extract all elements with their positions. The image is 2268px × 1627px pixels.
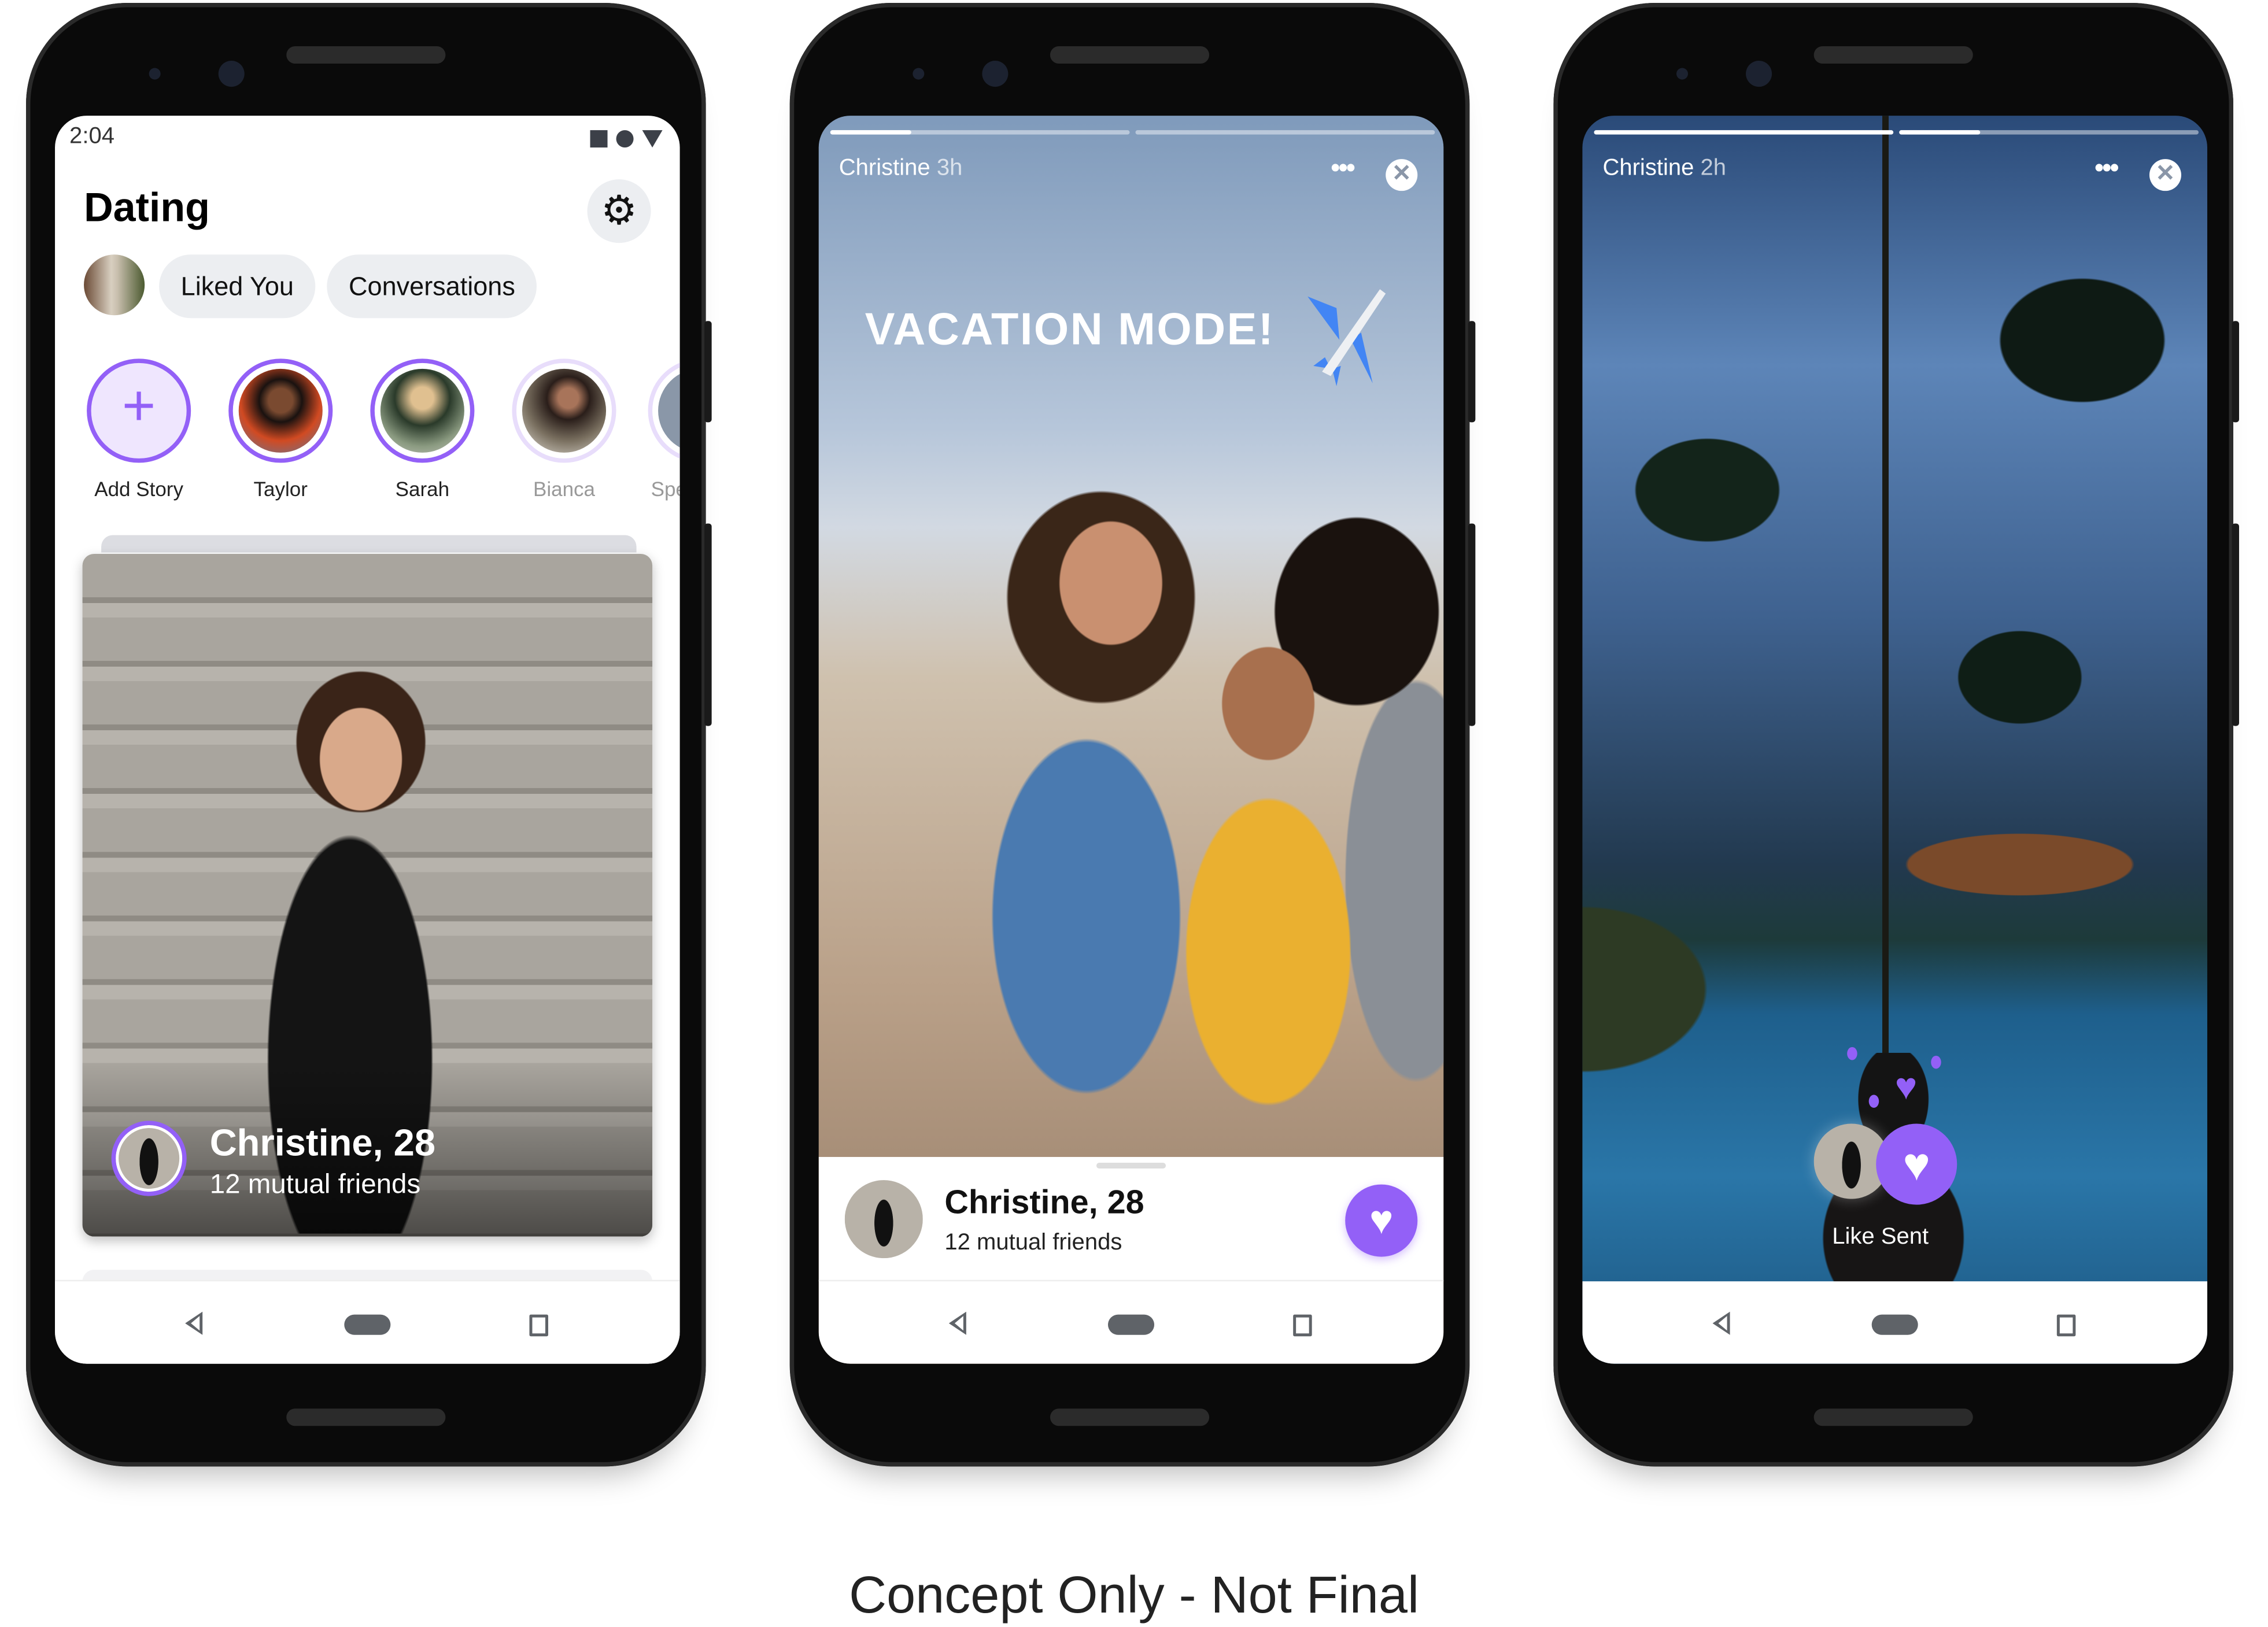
plus-icon: +: [121, 374, 156, 438]
airplane-icon: [1307, 289, 1386, 386]
back-icon[interactable]: [948, 1311, 966, 1335]
profile-avatar[interactable]: [84, 254, 145, 316]
gear-icon: ⚙: [601, 188, 637, 233]
vacation-sticker-text: VACATION MODE!: [865, 304, 1275, 354]
heart-icon: ♥: [1894, 1064, 1918, 1108]
heart-particle: [1931, 1055, 1941, 1069]
story-progress-1: [830, 130, 1130, 135]
android-nav-bar: [1582, 1281, 2207, 1364]
card-mutual-friends: 12 mutual friends: [944, 1230, 1122, 1256]
android-nav-bar: [818, 1280, 1444, 1364]
home-icon[interactable]: [1871, 1314, 1918, 1335]
recents-icon[interactable]: [2056, 1314, 2076, 1337]
phone-like-sent: Christine 2h ••• ✕ ♥ ♥ Like Sent: [1553, 3, 2240, 1467]
story-sarah[interactable]: Sarah: [364, 358, 480, 500]
page-title: Dating: [84, 185, 210, 230]
heart-icon: ♥: [1903, 1138, 1930, 1190]
card-mutual-friends: 12 mutual friends: [209, 1170, 421, 1201]
avatar: [522, 368, 607, 453]
status-icons: [590, 130, 663, 148]
close-button[interactable]: ✕: [1386, 159, 1418, 191]
circle-icon: [616, 130, 634, 148]
triangle-icon: [642, 130, 663, 148]
recents-icon[interactable]: [1293, 1314, 1312, 1337]
back-icon[interactable]: [1712, 1311, 1730, 1335]
more-options-button[interactable]: •••: [2095, 153, 2119, 184]
story-header: Christine 3h: [839, 156, 963, 181]
square-icon: [590, 130, 608, 148]
card-name: Christine, 28: [209, 1121, 436, 1164]
avatar: [238, 368, 323, 453]
heart-icon: ♥: [1369, 1197, 1394, 1243]
story-photo: [963, 455, 1444, 1164]
profile-card[interactable]: Christine, 28 12 mutual friends ♥: [818, 1157, 1444, 1282]
back-icon[interactable]: [185, 1311, 203, 1335]
liked-you-chip[interactable]: Liked You: [159, 254, 316, 319]
phone-dating-home: 2:04 Dating ⚙ Liked You Conversations + …: [26, 3, 712, 1467]
conversations-chip[interactable]: Conversations: [327, 254, 537, 319]
profile-card[interactable]: Christine, 28 12 mutual friends: [82, 553, 653, 1237]
avatar: [111, 1121, 187, 1196]
avatar: [380, 368, 464, 453]
close-button[interactable]: ✕: [2149, 159, 2181, 191]
story-bianca[interactable]: Bianca: [506, 358, 622, 500]
story-progress-2: [1135, 130, 1435, 135]
story-partial[interactable]: Spe: [648, 358, 680, 500]
add-story-button[interactable]: + Add Story: [81, 358, 197, 500]
card-name: Christine, 28: [944, 1183, 1144, 1221]
more-options-button[interactable]: •••: [1331, 153, 1355, 184]
heart-particle: [1868, 1094, 1879, 1108]
phone-story-view: Christine 3h ••• ✕ VACATION MODE! Christ…: [789, 3, 1476, 1467]
android-nav-bar: [55, 1280, 680, 1364]
recents-icon[interactable]: [529, 1314, 548, 1337]
avatar: [844, 1180, 923, 1259]
like-button[interactable]: ♥: [1345, 1184, 1418, 1257]
home-icon[interactable]: [344, 1314, 391, 1335]
heart-particle: [1847, 1047, 1857, 1060]
story-header: Christine 2h: [1602, 156, 1727, 181]
story-progress-2: [1899, 130, 2199, 135]
home-icon[interactable]: [1107, 1314, 1155, 1335]
like-sent-heart: ♥: [1876, 1123, 1957, 1205]
like-sent-label: Like Sent: [1832, 1225, 1929, 1250]
concept-caption: Concept Only - Not Final: [849, 1565, 1419, 1624]
story-progress-1: [1594, 130, 1894, 135]
status-time: 2:04: [69, 124, 114, 149]
settings-button[interactable]: ⚙: [587, 179, 651, 243]
story-taylor[interactable]: Taylor: [223, 358, 338, 500]
